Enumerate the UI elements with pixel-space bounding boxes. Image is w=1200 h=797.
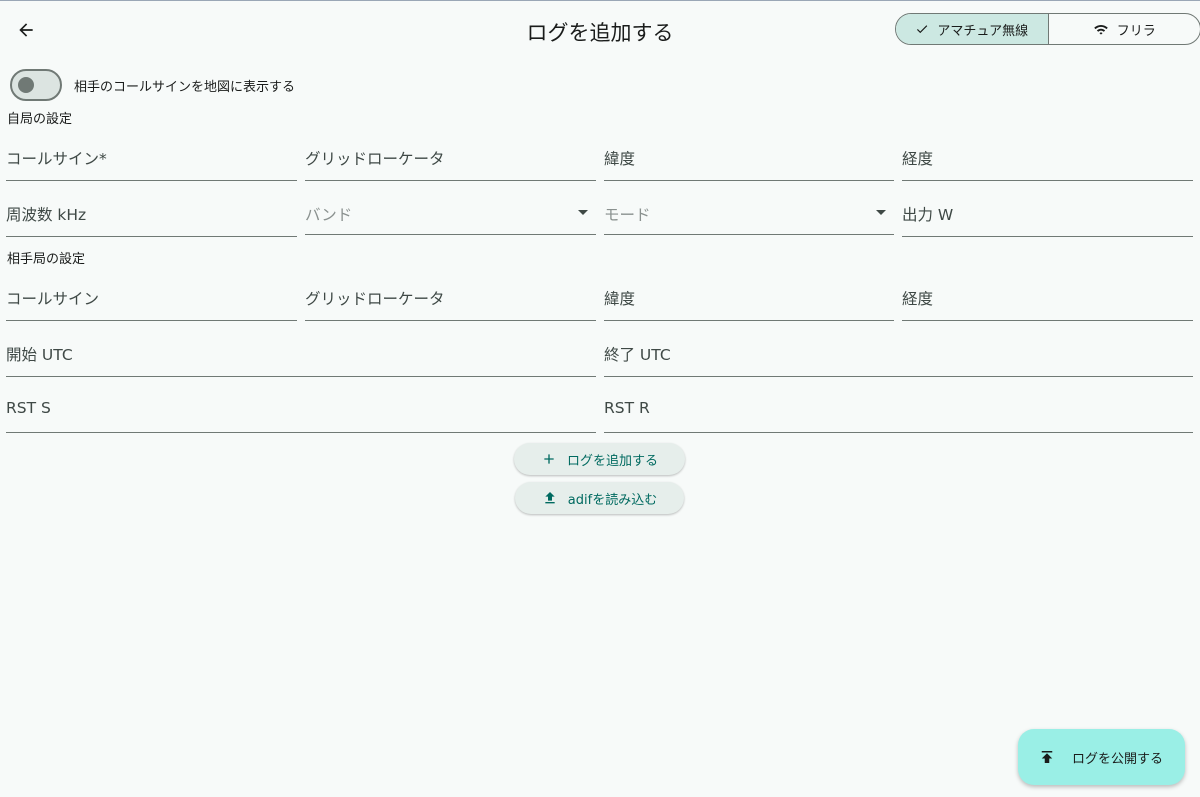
band-dropdown[interactable]: バンド	[305, 199, 596, 235]
field-label: 緯度	[604, 150, 636, 168]
end-utc-field[interactable]: 終了 UTC	[604, 339, 1193, 377]
frequency-field[interactable]: 周波数 kHz	[6, 199, 297, 237]
own-callsign-field[interactable]: コールサイン*	[6, 143, 297, 181]
mode-dropdown[interactable]: モード	[604, 199, 894, 235]
field-label: コールサイン*	[6, 150, 107, 168]
publish-log-label: ログを公開する	[1072, 751, 1164, 767]
upload-icon	[545, 492, 555, 504]
segment-free-license[interactable]: フリラ	[1049, 14, 1200, 44]
wifi-icon	[1093, 25, 1108, 35]
add-icon	[544, 454, 554, 464]
field-label: 開始 UTC	[6, 346, 73, 364]
other-grid-locator-field[interactable]: グリッドローケータ	[305, 283, 596, 321]
window-top-border	[0, 0, 1200, 1]
other-station-section-label: 相手局の設定	[7, 252, 86, 267]
field-label: コールサイン	[6, 290, 100, 308]
other-longitude-field[interactable]: 経度	[902, 283, 1193, 321]
start-utc-field[interactable]: 開始 UTC	[6, 339, 596, 377]
field-label: 経度	[902, 290, 934, 308]
field-label: グリッドローケータ	[305, 290, 445, 308]
segment-label: アマチュア無線	[937, 23, 1029, 39]
check-icon	[917, 25, 928, 34]
own-grid-locator-field[interactable]: グリッドローケータ	[305, 143, 596, 181]
power-field[interactable]: 出力 W	[902, 199, 1193, 237]
field-label: 終了 UTC	[604, 346, 671, 364]
own-station-section-label: 自局の設定	[7, 112, 73, 127]
field-label: バンド	[305, 206, 353, 224]
arrow-back-icon	[19, 23, 33, 37]
own-longitude-field[interactable]: 経度	[902, 143, 1193, 181]
import-adif-button[interactable]: adifを読み込む	[515, 482, 684, 514]
switch-thumb	[18, 77, 34, 93]
mode-segmented-button: アマチュア無線 フリラ	[895, 13, 1200, 45]
map-switch-row: 相手のコールサインを地図に表示する	[10, 69, 295, 101]
switch-label: 相手のコールサインを地図に表示する	[74, 79, 296, 95]
field-label: RST R	[604, 399, 650, 417]
add-log-button[interactable]: ログを追加する	[514, 443, 685, 475]
publish-log-fab[interactable]: ログを公開する	[1018, 729, 1185, 785]
field-label: RST S	[6, 399, 51, 417]
segment-label: フリラ	[1116, 23, 1156, 39]
back-button[interactable]	[8, 12, 44, 48]
dropdown-arrow-icon	[876, 210, 886, 215]
rst-sent-field[interactable]: RST S	[6, 395, 596, 433]
field-label: グリッドローケータ	[305, 150, 445, 168]
show-callsign-on-map-switch[interactable]	[10, 69, 62, 101]
other-callsign-field[interactable]: コールサイン	[6, 283, 297, 321]
field-label: 経度	[902, 150, 934, 168]
segment-amateur-radio[interactable]: アマチュア無線	[896, 14, 1049, 44]
dropdown-arrow-icon	[578, 210, 588, 215]
publish-icon	[1041, 751, 1053, 763]
field-label: モード	[604, 206, 651, 224]
field-label: 緯度	[604, 290, 636, 308]
other-latitude-field[interactable]: 緯度	[604, 283, 894, 321]
rst-received-field[interactable]: RST R	[604, 395, 1193, 433]
add-log-label: ログを追加する	[566, 453, 658, 469]
import-adif-label: adifを読み込む	[567, 492, 658, 508]
field-label: 周波数 kHz	[6, 206, 87, 224]
field-label: 出力 W	[902, 206, 954, 224]
own-latitude-field[interactable]: 緯度	[604, 143, 894, 181]
